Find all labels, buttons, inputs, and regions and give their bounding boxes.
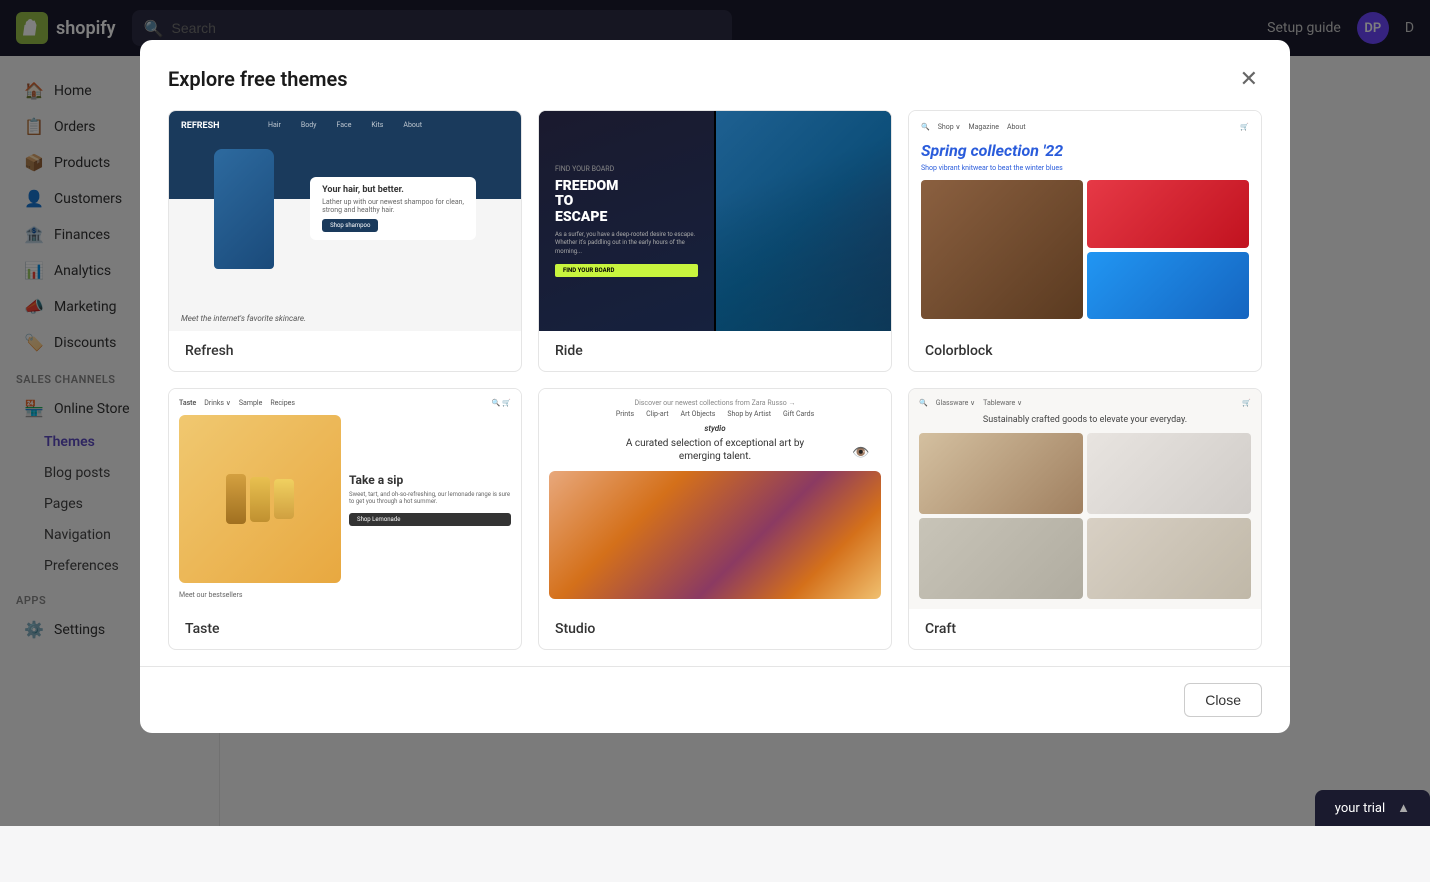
theme-label-craft: Craft xyxy=(909,609,1261,649)
theme-card-studio[interactable]: Discover our newest collections from Zar… xyxy=(538,388,892,650)
theme-preview-taste: Taste Drinks ∨SampleRecipes 🔍 🛒 xyxy=(169,389,521,609)
theme-card-refresh[interactable]: Your hair, but better. Lather up with ou… xyxy=(168,110,522,372)
theme-label-taste: Taste xyxy=(169,609,521,649)
trial-text: your trial xyxy=(1335,801,1385,816)
theme-preview-refresh: Your hair, but better. Lather up with ou… xyxy=(169,111,521,331)
trial-bar[interactable]: your trial ▲ xyxy=(1315,790,1430,826)
modal-overlay[interactable]: Explore free themes ✕ Your hair, but bet… xyxy=(0,0,1430,826)
modal-title: Explore free themes xyxy=(168,67,348,91)
modal-close-button[interactable]: ✕ xyxy=(1236,64,1262,94)
theme-preview-craft: 🔍 Glassware ∨Tableware ∨ 🛒 Sustainably c… xyxy=(909,389,1261,609)
theme-card-craft[interactable]: 🔍 Glassware ∨Tableware ∨ 🛒 Sustainably c… xyxy=(908,388,1262,650)
theme-preview-ride: FIND YOUR BOARD FREEDOMTOESCAPE As a sur… xyxy=(539,111,891,331)
theme-card-taste[interactable]: Taste Drinks ∨SampleRecipes 🔍 🛒 xyxy=(168,388,522,650)
theme-label-refresh: Refresh xyxy=(169,331,521,371)
theme-preview-colorblock: 🔍 Shop ∨MagazineAbout 🛒 Spring collectio… xyxy=(909,111,1261,331)
theme-label-colorblock: Colorblock xyxy=(909,331,1261,371)
modal-footer: Close xyxy=(140,666,1290,733)
theme-preview-studio: Discover our newest collections from Zar… xyxy=(539,389,891,609)
theme-label-studio: Studio xyxy=(539,609,891,649)
theme-card-colorblock[interactable]: 🔍 Shop ∨MagazineAbout 🛒 Spring collectio… xyxy=(908,110,1262,372)
footer-close-button[interactable]: Close xyxy=(1184,683,1262,717)
modal-header: Explore free themes ✕ xyxy=(140,40,1290,110)
theme-grid: Your hair, but better. Lather up with ou… xyxy=(140,110,1290,666)
explore-themes-modal: Explore free themes ✕ Your hair, but bet… xyxy=(140,40,1290,733)
theme-card-ride[interactable]: FIND YOUR BOARD FREEDOMTOESCAPE As a sur… xyxy=(538,110,892,372)
expand-icon: ▲ xyxy=(1397,800,1410,816)
theme-label-ride: Ride xyxy=(539,331,891,371)
